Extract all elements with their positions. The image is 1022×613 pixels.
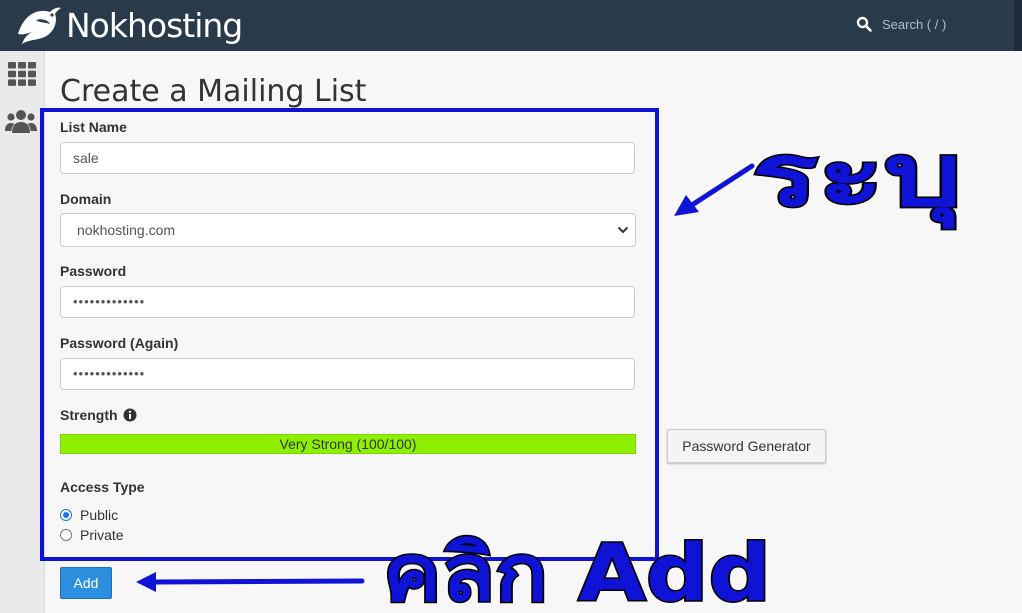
annotation-click-add-text: คลิก Add: [383, 529, 771, 613]
arrow-to-add: [136, 572, 365, 592]
arrow-to-form: [674, 163, 755, 216]
annotation-overlay: ระบุ คลิก Add: [136, 125, 964, 613]
annotation-specify-text: ระบุ: [752, 126, 962, 229]
